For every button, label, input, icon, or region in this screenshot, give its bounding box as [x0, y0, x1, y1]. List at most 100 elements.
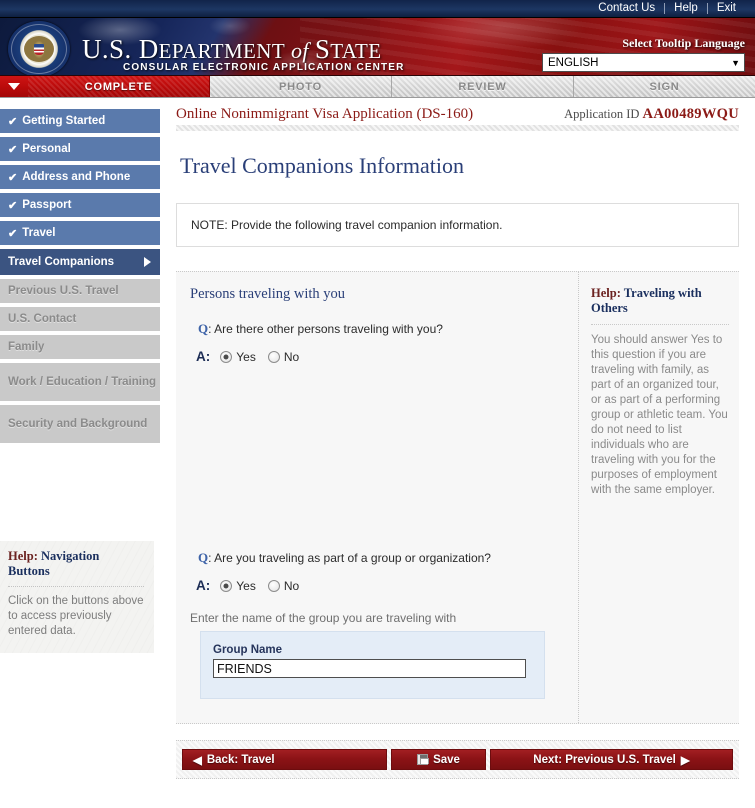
- sidebar-item-label: Work / Education / Training: [8, 376, 157, 388]
- radio-other-persons-yes[interactable]: Yes: [220, 350, 256, 364]
- breadcrumb: Online Nonimmigrant Visa Application (DS…: [176, 98, 739, 123]
- answer-row: A: Yes No: [196, 578, 566, 593]
- section-heading: Persons traveling with you: [190, 286, 346, 302]
- sidebar-item-label: Previous U.S. Travel: [8, 285, 119, 297]
- application-name: Online Nonimmigrant Visa Application (DS…: [176, 106, 474, 122]
- question-text: Are there other persons traveling with y…: [214, 322, 443, 336]
- sidebar-navigation: ✔ Getting Started ✔ Personal ✔ Address a…: [0, 98, 160, 806]
- check-icon: ✔: [8, 171, 18, 184]
- radio-button-icon: [220, 350, 233, 363]
- sidebar-item-security-and-background[interactable]: Security and Background: [0, 405, 160, 443]
- sidebar-item-label: U.S. Contact: [8, 313, 77, 325]
- note-box: NOTE: Provide the following travel compa…: [176, 203, 739, 247]
- site-banner: U.S. DEPARTMENT of STATE CONSULAR ELECTR…: [0, 18, 755, 76]
- page-title: Travel Companions Information: [180, 153, 464, 178]
- tooltip-language-value: ENGLISH: [548, 56, 599, 69]
- sidebar-item-personal[interactable]: ✔ Personal: [0, 137, 160, 161]
- sidebar-item-label: Security and Background: [8, 418, 148, 430]
- arrow-right-icon: ▶: [680, 754, 690, 767]
- exit-link[interactable]: Exit: [708, 2, 745, 15]
- save-button[interactable]: Save: [391, 749, 486, 770]
- question-text-row: Q: Are there other persons traveling wit…: [198, 321, 443, 336]
- stage-tabs: COMPLETE PHOTO REVIEW SIGN: [0, 76, 755, 98]
- side-help-text: You should answer Yes to this question i…: [591, 334, 728, 496]
- check-icon: ✔: [8, 115, 18, 128]
- answer-marker: A:: [196, 578, 211, 593]
- sidebar-item-us-contact[interactable]: U.S. Contact: [0, 307, 160, 331]
- tooltip-language-select[interactable]: ENGLISH ▼: [542, 53, 745, 72]
- tab-review[interactable]: REVIEW: [392, 76, 574, 97]
- radio-other-persons-no[interactable]: No: [267, 349, 300, 364]
- group-name-instruction: Enter the name of the group you are trav…: [190, 611, 457, 625]
- stage-caret: [0, 76, 28, 97]
- sidebar-item-previous-us-travel[interactable]: Previous U.S. Travel: [0, 279, 160, 303]
- sidebar-item-family[interactable]: Family: [0, 335, 160, 359]
- help-link[interactable]: Help: [665, 2, 707, 15]
- main-content: Online Nonimmigrant Visa Application (DS…: [160, 98, 755, 806]
- application-id: Application ID AA00489WQU: [564, 106, 739, 123]
- radio-label: No: [283, 578, 300, 593]
- radio-group-yes[interactable]: Yes: [220, 579, 256, 593]
- form-panel: Persons traveling with you Q: Are there …: [176, 271, 739, 724]
- department-of-state-seal-icon: [8, 21, 70, 75]
- form-fields-column: Persons traveling with you Q: Are there …: [176, 272, 579, 723]
- group-name-label: Group Name: [213, 644, 283, 656]
- side-help-title: Help: Traveling with Others: [591, 286, 729, 316]
- question-block-group-organization: Q: Are you traveling as part of a group …: [190, 550, 566, 699]
- sidebar-item-label: Travel: [22, 227, 56, 239]
- next-button[interactable]: Next: Previous U.S. Travel ▶: [490, 749, 733, 770]
- radio-button-icon: [267, 579, 280, 592]
- back-button-label: Back: Travel: [206, 753, 275, 766]
- top-utility-bar: Contact Us Help Exit: [0, 0, 755, 18]
- caret-down-icon: [8, 83, 20, 90]
- question-text-row: Q: Are you traveling as part of a group …: [198, 550, 491, 565]
- back-button[interactable]: ◀ Back: Travel: [182, 749, 387, 770]
- tab-complete[interactable]: COMPLETE: [28, 76, 210, 97]
- check-icon: ✔: [8, 143, 18, 156]
- tab-photo[interactable]: PHOTO: [210, 76, 392, 97]
- tab-sign[interactable]: SIGN: [574, 76, 755, 97]
- sidebar-item-passport[interactable]: ✔ Passport: [0, 193, 160, 217]
- check-icon: ✔: [8, 227, 18, 240]
- question-text: Are you traveling as part of a group or …: [214, 551, 491, 565]
- sidebar-item-label: Personal: [22, 143, 71, 155]
- sidebar-item-label: Family: [8, 341, 45, 353]
- application-id-value: AA00489WQU: [642, 106, 739, 122]
- radio-label: No: [283, 349, 300, 364]
- radio-label: Yes: [236, 578, 256, 593]
- radio-group-no[interactable]: No: [267, 578, 300, 593]
- sidebar-item-travel-companions[interactable]: Travel Companions: [0, 249, 160, 275]
- answer-row: A: Yes No: [196, 349, 566, 364]
- breadcrumb-rule: [176, 125, 739, 131]
- sidebar-help-title: Help: Navigation Buttons: [8, 549, 144, 579]
- sidebar-item-travel[interactable]: ✔ Travel: [0, 221, 160, 245]
- sidebar-item-label: Travel Companions: [8, 256, 115, 268]
- check-icon: ✔: [8, 199, 18, 212]
- radio-button-icon: [267, 350, 280, 363]
- contact-us-link[interactable]: Contact Us: [589, 2, 664, 15]
- help-prefix: Help:: [591, 286, 621, 300]
- sidebar-item-address-and-phone[interactable]: ✔ Address and Phone: [0, 165, 160, 189]
- page-body: ✔ Getting Started ✔ Personal ✔ Address a…: [0, 98, 755, 806]
- divider: [591, 324, 729, 325]
- sidebar-help-box: Help: Navigation Buttons Click on the bu…: [0, 541, 154, 653]
- floppy-disk-icon: [417, 754, 430, 765]
- tooltip-language-label: Select Tooltip Language: [622, 36, 745, 50]
- answer-marker: A:: [196, 349, 211, 364]
- question-marker: Q: [198, 321, 209, 336]
- arrow-left-icon: ◀: [193, 754, 202, 767]
- group-name-field-box: Group Name: [200, 631, 545, 699]
- radio-button-icon: [220, 579, 233, 592]
- group-name-input[interactable]: [213, 659, 526, 678]
- department-subtitle: CONSULAR ELECTRONIC APPLICATION CENTER: [123, 62, 405, 73]
- sidebar-item-getting-started[interactable]: ✔ Getting Started: [0, 109, 160, 133]
- question-block-other-persons: Q: Are there other persons traveling wit…: [190, 321, 566, 364]
- footer-navigation: ◀ Back: Travel Save Next: Previous U.S. …: [176, 740, 739, 779]
- chevron-down-icon: ▼: [731, 57, 740, 68]
- sidebar-item-work-education-training[interactable]: Work / Education / Training: [0, 363, 160, 401]
- radio-label: Yes: [236, 349, 256, 364]
- next-button-label: Next: Previous U.S. Travel: [533, 753, 676, 766]
- help-prefix: Help:: [8, 549, 38, 563]
- shield-graphic: [34, 43, 44, 55]
